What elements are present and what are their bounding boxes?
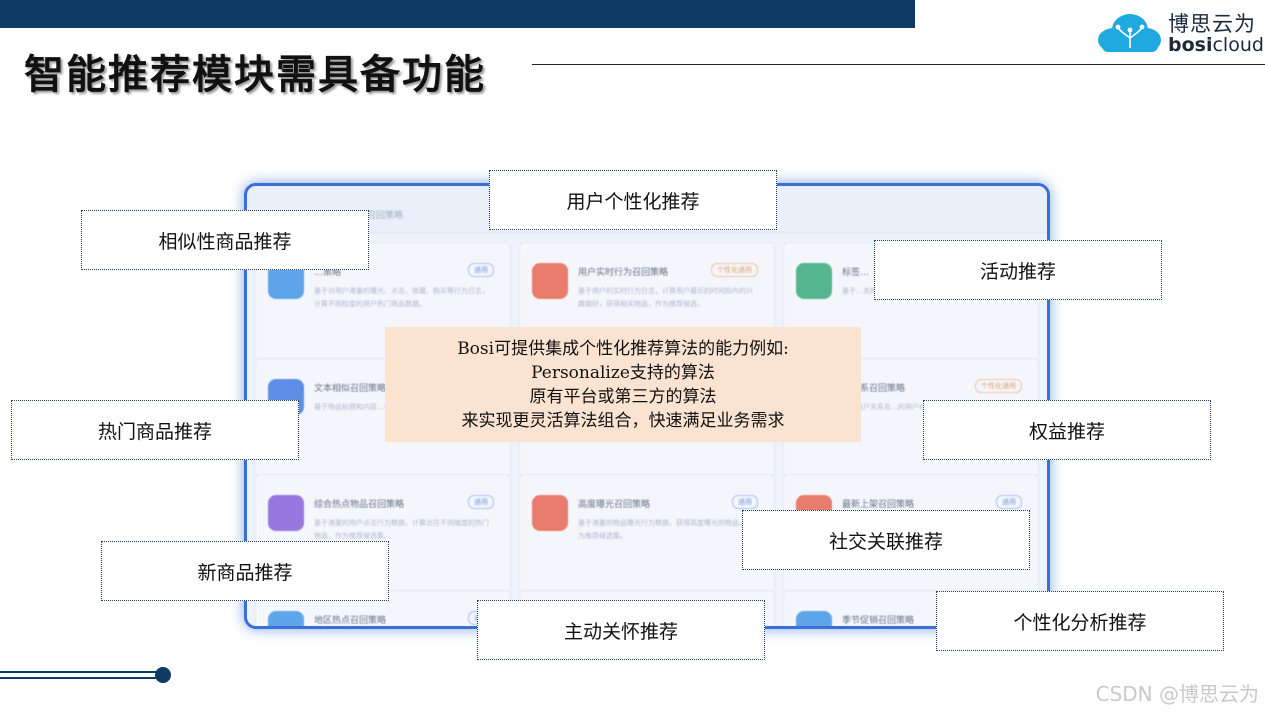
cloud-logo-icon <box>1098 14 1161 52</box>
footer-line-bottom <box>0 677 160 679</box>
capability-note-box: Bosi可提供集成个性化推荐算法的能力例如: Personalize支持的算法 … <box>385 327 861 442</box>
strategy-card-tag: 通用 <box>996 495 1022 509</box>
strategy-card-desc: 基于海量的物品曝光行为数据，获得高度曝光的物品，作为推荐候选集。 <box>578 519 753 540</box>
label-activity: 活动推荐 <box>874 240 1162 300</box>
strategy-card-title: 季节促销召回策略 <box>842 616 915 626</box>
strategy-card-icon <box>268 495 304 531</box>
note-line-4: 来实现更灵活算法组合，快速满足业务需求 <box>461 410 785 431</box>
strategy-card-title: 综合热点物品召回策略 <box>314 500 405 510</box>
strategy-card-title: 地区热点召回策略 <box>314 616 387 626</box>
strategy-card-title: 高度曝光召回策略 <box>578 500 651 510</box>
strategy-card-icon <box>796 263 832 299</box>
top-banner-bar <box>0 0 915 28</box>
note-line-1: Bosi可提供集成个性化推荐算法的能力例如: <box>457 338 789 359</box>
strategy-card-tag: 个性化通用 <box>975 379 1022 393</box>
page-title: 智能推荐模块需具备功能 <box>24 52 486 98</box>
footer-dot <box>155 667 171 683</box>
label-social: 社交关联推荐 <box>742 510 1030 570</box>
strategy-card-tag: 个性化通用 <box>711 263 758 277</box>
strategy-card-title: 最新上架召回策略 <box>842 500 915 510</box>
title-divider <box>532 64 1265 65</box>
label-hot-goods: 热门商品推荐 <box>11 400 299 460</box>
label-similar-goods: 相似性商品推荐 <box>81 210 369 270</box>
strategy-card-title: 文本相似召回策略 <box>314 384 387 394</box>
label-new-goods: 新商品推荐 <box>101 541 389 601</box>
strategy-card-tag: 通用 <box>468 495 494 509</box>
note-line-3: 原有平台或第三方的算法 <box>529 386 717 407</box>
footer-line-top <box>0 671 160 673</box>
strategy-card-icon <box>532 495 568 531</box>
logo-english-name: bosicloud <box>1168 34 1264 56</box>
strategy-card: 高度曝光召回策略基于海量的物品曝光行为数据，获得高度曝光的物品，作为推荐候选集。… <box>519 474 775 594</box>
strategy-card-icon <box>532 263 568 299</box>
strategy-card-icon <box>268 611 304 626</box>
note-line-2: Personalize支持的算法 <box>531 362 715 383</box>
label-user-personal: 用户个性化推荐 <box>489 170 777 230</box>
label-analysis: 个性化分析推荐 <box>936 591 1224 651</box>
label-benefits: 权益推荐 <box>923 400 1211 460</box>
strategy-card-tag: 通用 <box>732 495 758 509</box>
strategy-card-desc: 基于对用户海量的曝光、点击、收藏、购买等行为日志，计算不同粒度的用户热门商品数据… <box>314 287 489 308</box>
strategy-card-desc: 基于海量的用户点击行为数据，计算出在不同维度的热门物品，作为推荐候选集。 <box>314 519 489 540</box>
watermark: CSDN @博思云为 <box>1095 682 1259 706</box>
label-care: 主动关怀推荐 <box>477 600 765 660</box>
strategy-card-title: 用户实时行为召回策略 <box>578 268 669 278</box>
strategy-card-tag: 通用 <box>468 263 494 277</box>
strategy-card-icon <box>796 611 832 626</box>
strategy-card-desc: 基于用户的实时行为日志，计算用户最近的时间段内的兴趣偏好，获得相关物品，作为推荐… <box>578 287 753 308</box>
bosicloud-logo: 博思云为 bosicloud <box>1094 6 1264 56</box>
strategy-card-title: 标签… <box>842 268 870 278</box>
